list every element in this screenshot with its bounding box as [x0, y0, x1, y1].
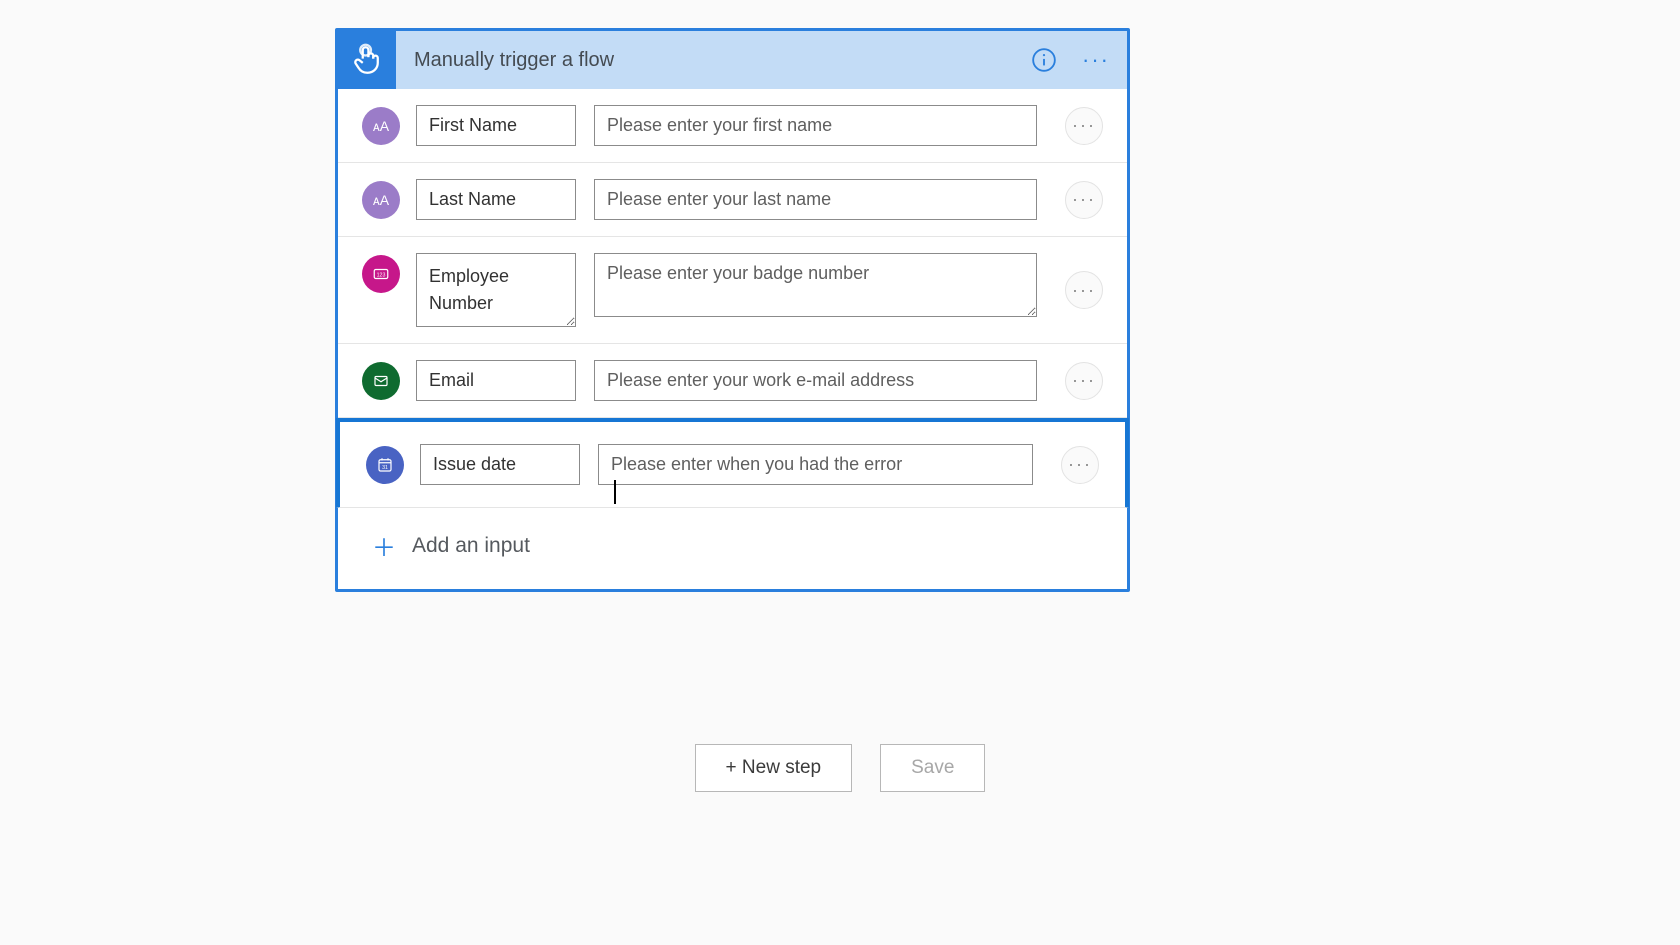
save-button[interactable]: Save: [880, 744, 985, 792]
row-more-icon[interactable]: ···: [1065, 271, 1103, 309]
card-header[interactable]: Manually trigger a flow ···: [338, 31, 1127, 89]
input-desc-field[interactable]: Please enter your badge number: [594, 253, 1037, 317]
add-input-label: Add an input: [412, 534, 530, 558]
input-name-field[interactable]: [416, 179, 576, 220]
input-row: 123 Employee Number Please enter your ba…: [338, 237, 1127, 344]
card-title: Manually trigger a flow: [414, 49, 1027, 72]
input-desc-field[interactable]: [594, 105, 1037, 146]
input-row: ᴀA ···: [338, 163, 1127, 237]
input-name-field[interactable]: [420, 444, 580, 485]
row-more-icon[interactable]: ···: [1065, 181, 1103, 219]
add-input-button[interactable]: ＋ Add an input: [338, 506, 1127, 589]
manual-trigger-icon: [338, 31, 396, 89]
number-type-icon: 123: [362, 255, 400, 293]
new-step-button[interactable]: + New step: [695, 744, 853, 792]
text-type-icon: ᴀA: [362, 107, 400, 145]
inputs-container: ᴀA ··· ᴀA ··· 123 Employee Number Please…: [338, 89, 1127, 508]
row-more-icon[interactable]: ···: [1065, 107, 1103, 145]
input-row: ···: [338, 344, 1127, 418]
info-icon[interactable]: [1027, 43, 1061, 77]
input-name-field[interactable]: [416, 360, 576, 401]
footer-buttons: + New step Save: [0, 744, 1680, 792]
more-icon[interactable]: ···: [1079, 43, 1113, 77]
text-type-icon: ᴀA: [362, 181, 400, 219]
trigger-card: Manually trigger a flow ··· ᴀA ··· ᴀA ··…: [335, 28, 1130, 592]
input-row: ᴀA ···: [338, 89, 1127, 163]
svg-text:31: 31: [382, 465, 388, 471]
input-desc-field[interactable]: [598, 444, 1033, 485]
plus-icon: ＋: [372, 528, 396, 563]
date-type-icon: 31: [366, 446, 404, 484]
row-more-icon[interactable]: ···: [1065, 362, 1103, 400]
input-name-field[interactable]: [416, 105, 576, 146]
input-desc-field[interactable]: [594, 360, 1037, 401]
email-type-icon: [362, 362, 400, 400]
row-more-icon[interactable]: ···: [1061, 446, 1099, 484]
svg-text:123: 123: [377, 272, 386, 278]
input-row-selected: 31 ···: [336, 418, 1129, 508]
input-desc-field[interactable]: [594, 179, 1037, 220]
input-name-field[interactable]: Employee Number: [416, 253, 576, 327]
